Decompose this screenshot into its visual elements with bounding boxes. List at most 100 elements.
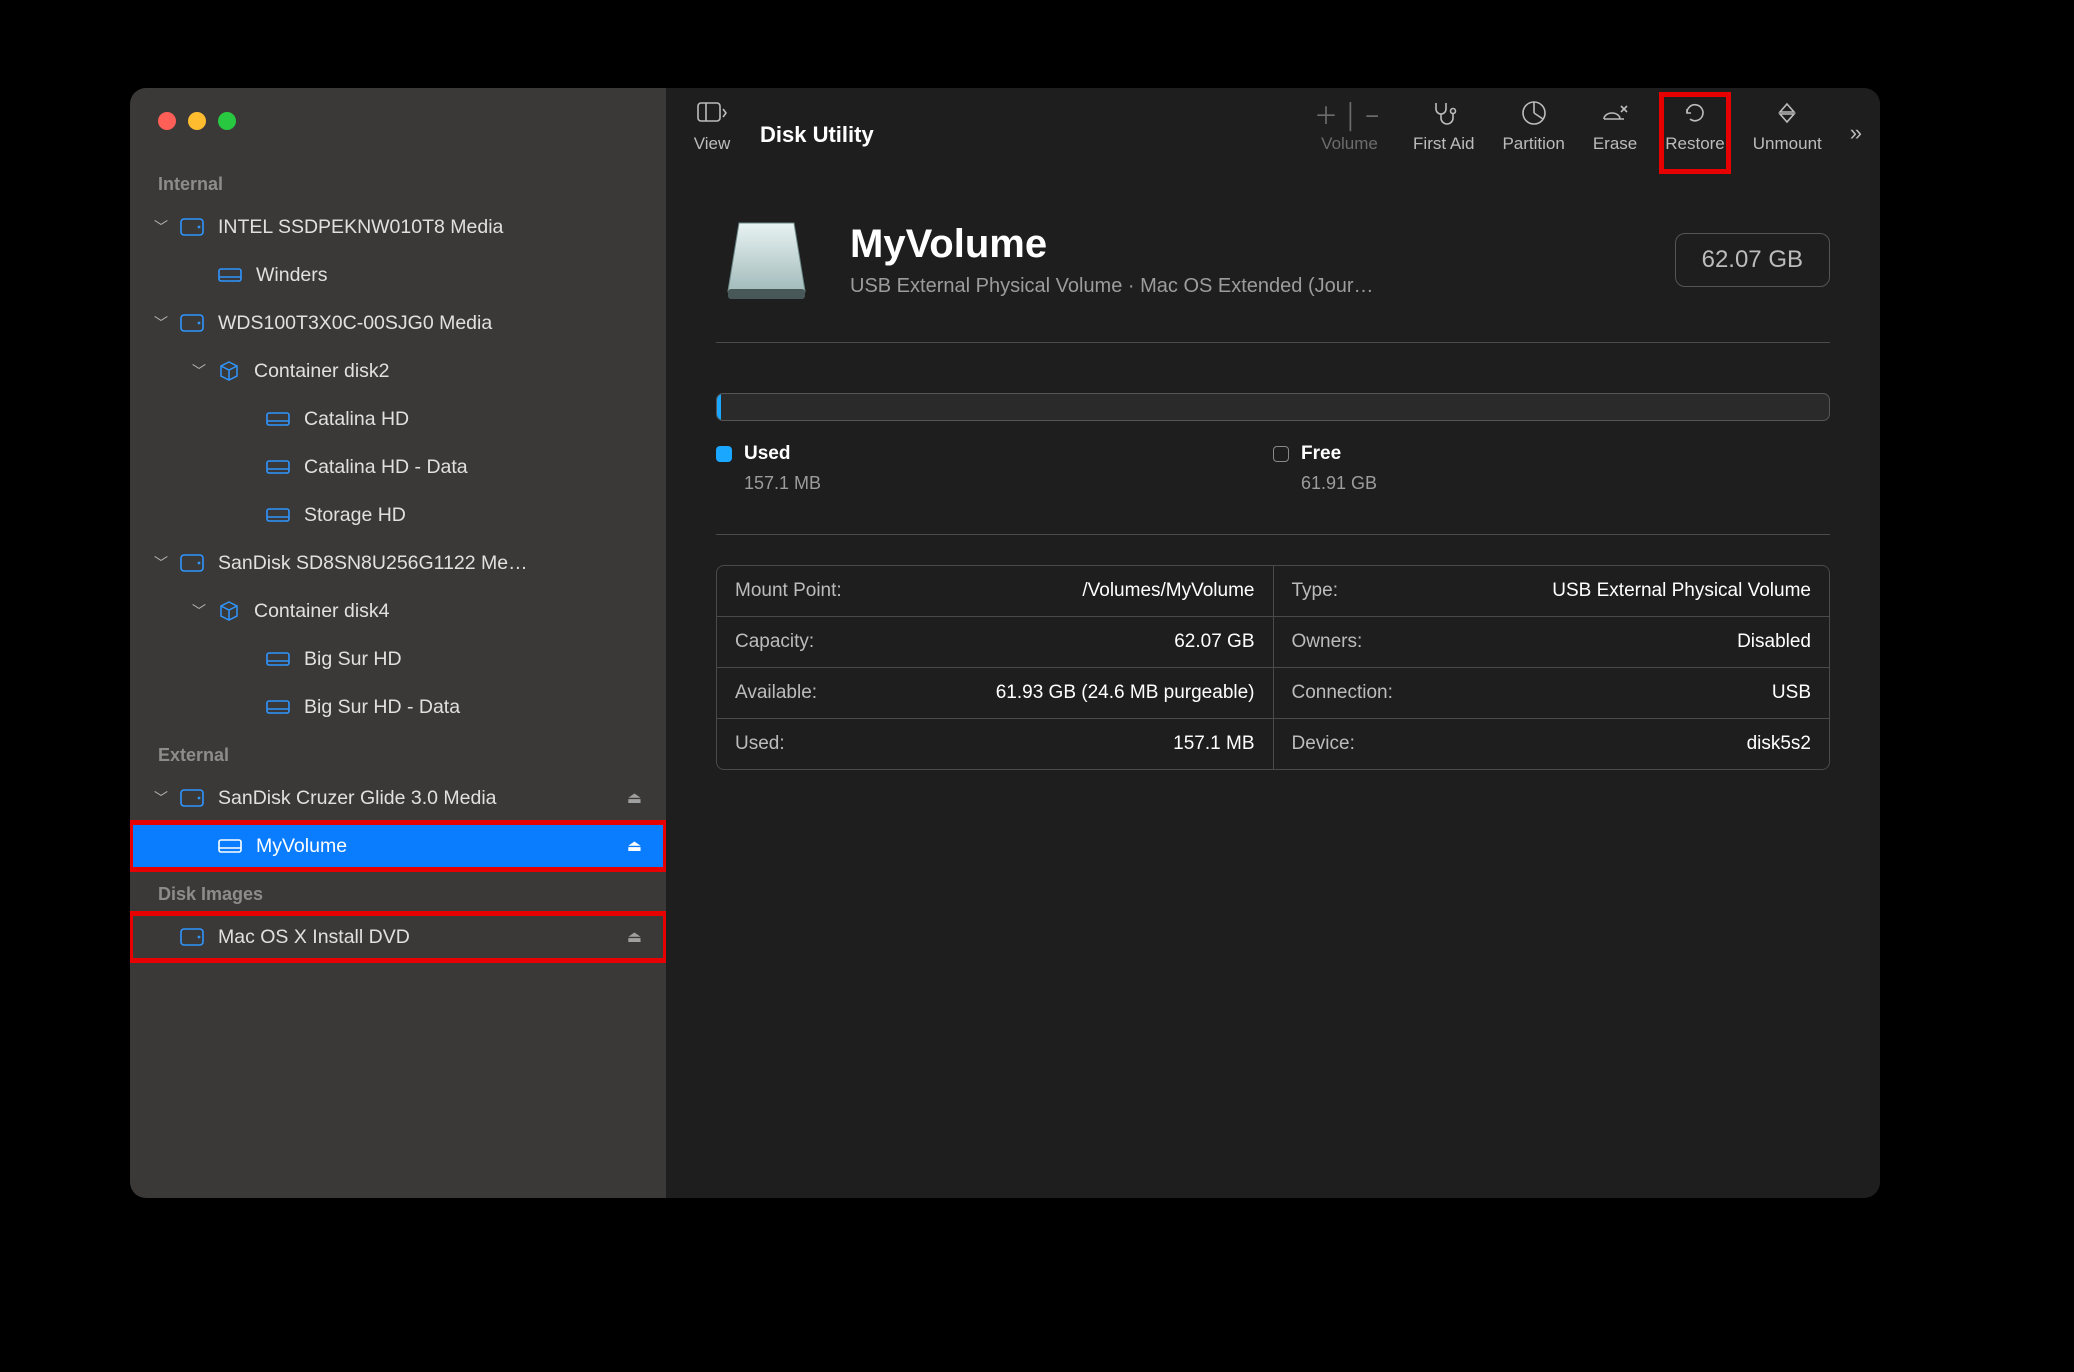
toolbar-restore-button[interactable]: Restore	[1665, 98, 1725, 168]
info-table-left: Mount Point:/Volumes/MyVolume Capacity:6…	[717, 566, 1274, 769]
sidebar-item-internal-7[interactable]: ﹀ SanDisk SD8SN8U256G1122 Me…	[130, 539, 666, 587]
restore-icon	[1682, 98, 1708, 128]
info-row: Mount Point:/Volumes/MyVolume	[717, 566, 1273, 617]
toolbar-label: First Aid	[1413, 134, 1474, 154]
sidebar-item-label: Big Sur HD - Data	[304, 696, 666, 719]
window-minimize-button[interactable]	[188, 112, 206, 130]
used-label: Used	[744, 443, 790, 465]
sidebar-item-label: WDS100T3X0C-00SJG0 Media	[218, 312, 666, 335]
sidebar-item-internal-0[interactable]: ﹀ INTEL SSDPEKNW010T8 Media	[130, 203, 666, 251]
sidebar-item-label: Mac OS X Install DVD	[218, 926, 627, 949]
info-row: Type:USB External Physical Volume	[1274, 566, 1830, 617]
volume-icon	[266, 698, 290, 716]
disk-icon	[180, 314, 204, 332]
external-drive-icon	[716, 210, 816, 310]
sidebar-item-label: INTEL SSDPEKNW010T8 Media	[218, 216, 666, 239]
toolbar-view-button[interactable]: View	[684, 98, 740, 168]
toolbar-volume-button: ＋│− Volume	[1314, 98, 1385, 168]
unmount-icon	[1774, 98, 1800, 128]
sidebar-item-internal-3[interactable]: ﹀ Container disk2	[130, 347, 666, 395]
info-row: Available:61.93 GB (24.6 MB purgeable)	[717, 668, 1273, 719]
divider	[716, 534, 1830, 535]
chevron-down-icon[interactable]: ﹀	[152, 313, 170, 333]
sidebar-item-label: Storage HD	[304, 504, 666, 527]
toolbar-erase-button[interactable]: Erase	[1593, 98, 1637, 168]
sidebar-item-label: Catalina HD - Data	[304, 456, 666, 479]
chevron-down-icon[interactable]: ﹀	[152, 788, 170, 808]
used-value: 157.1 MB	[716, 473, 1273, 494]
toolbar-partition-button[interactable]: Partition	[1502, 98, 1564, 168]
sidebar: Internal ﹀ INTEL SSDPEKNW010T8 Media Win…	[130, 88, 666, 1198]
eject-icon[interactable]: ⏏	[627, 836, 642, 856]
usage-bar-used-segment	[717, 394, 721, 420]
chevron-down-icon[interactable]: ﹀	[152, 553, 170, 573]
sidebar-item-internal-8[interactable]: ﹀ Container disk4	[130, 587, 666, 635]
toolbar-label: Restore	[1665, 134, 1725, 154]
volume-icon	[218, 837, 242, 855]
window-close-button[interactable]	[158, 112, 176, 130]
toolbar-label: Volume	[1321, 134, 1378, 154]
sidebar-item-external-0[interactable]: ﹀ SanDisk Cruzer Glide 3.0 Media ⏏	[130, 774, 666, 822]
sidebar-layout-icon	[697, 98, 727, 128]
volume-icon	[266, 458, 290, 476]
toolbar-label: Unmount	[1753, 134, 1822, 154]
toolbar-label: Erase	[1593, 134, 1637, 154]
sidebar-item-label: Winders	[256, 264, 666, 287]
sidebar-item-label: SanDisk SD8SN8U256G1122 Me…	[218, 552, 666, 575]
toolbar-unmount-button[interactable]: Unmount	[1753, 98, 1822, 168]
plus-minus-icon: ＋│−	[1314, 98, 1385, 128]
volume-icon	[266, 650, 290, 668]
volume-icon	[266, 410, 290, 428]
eject-icon[interactable]: ⏏	[627, 788, 642, 808]
free-swatch	[1273, 446, 1289, 462]
info-row: Connection:USB	[1274, 668, 1830, 719]
sidebar-item-label: SanDisk Cruzer Glide 3.0 Media	[218, 787, 627, 810]
volume-icon	[266, 506, 290, 524]
free-value: 61.91 GB	[1273, 473, 1830, 494]
erase-icon	[1600, 98, 1630, 128]
sidebar-item-internal-2[interactable]: ﹀ WDS100T3X0C-00SJG0 Media	[130, 299, 666, 347]
toolbar-overflow-button[interactable]: »	[1850, 98, 1862, 168]
sidebar-item-internal-1[interactable]: Winders	[130, 251, 666, 299]
app-title: Disk Utility	[760, 120, 874, 148]
eject-icon[interactable]: ⏏	[627, 927, 642, 947]
toolbar-actions: ＋│− Volume First Aid Partition	[1314, 98, 1862, 168]
sidebar-item-internal-9[interactable]: Big Sur HD	[130, 635, 666, 683]
sidebar-item-label: MyVolume	[256, 835, 627, 858]
sidebar-item-myvolume[interactable]: MyVolume ⏏	[130, 822, 666, 870]
container-icon	[218, 600, 240, 622]
volume-size-badge: 62.07 GB	[1675, 233, 1830, 287]
free-label: Free	[1301, 443, 1341, 465]
sidebar-item-internal-4[interactable]: Catalina HD	[130, 395, 666, 443]
sidebar-item-internal-10[interactable]: Big Sur HD - Data	[130, 683, 666, 731]
usage-legend: Used 157.1 MB Free 61.91 GB	[716, 443, 1830, 494]
sidebar-item-internal-6[interactable]: Storage HD	[130, 491, 666, 539]
stethoscope-icon	[1430, 98, 1458, 128]
chevron-down-icon[interactable]: ﹀	[190, 361, 208, 381]
chevrons-right-icon: »	[1850, 118, 1862, 148]
toolbar-label: View	[694, 134, 731, 154]
window-zoom-button[interactable]	[218, 112, 236, 130]
sidebar-section-disk-images: Disk Images	[130, 870, 666, 913]
sidebar-item-install-dvd[interactable]: Mac OS X Install DVD ⏏	[130, 913, 666, 961]
chevron-down-icon[interactable]: ﹀	[190, 601, 208, 621]
disk-icon	[180, 218, 204, 236]
divider	[716, 342, 1830, 343]
sidebar-item-internal-5[interactable]: Catalina HD - Data	[130, 443, 666, 491]
toolbar-first-aid-button[interactable]: First Aid	[1413, 98, 1474, 168]
info-row: Capacity:62.07 GB	[717, 617, 1273, 668]
main-content: View Disk Utility ＋│− Volume First Aid	[666, 88, 1880, 1198]
toolbar-label: Partition	[1502, 134, 1564, 154]
chevron-down-icon[interactable]: ﹀	[152, 217, 170, 237]
disk-icon	[180, 928, 204, 946]
info-table: Mount Point:/Volumes/MyVolume Capacity:6…	[716, 565, 1830, 770]
sidebar-item-label: Container disk2	[254, 360, 666, 383]
volume-titles: MyVolume USB External Physical Volume · …	[850, 222, 1641, 298]
disk-utility-window: Internal ﹀ INTEL SSDPEKNW010T8 Media Win…	[130, 88, 1880, 1198]
volume-subtitle: USB External Physical Volume · Mac OS Ex…	[850, 275, 1490, 298]
info-row: Device:disk5s2	[1274, 719, 1830, 769]
info-row: Owners:Disabled	[1274, 617, 1830, 668]
sidebar-section-internal: Internal	[130, 160, 666, 203]
pie-icon	[1521, 98, 1547, 128]
sidebar-item-label: Container disk4	[254, 600, 666, 623]
